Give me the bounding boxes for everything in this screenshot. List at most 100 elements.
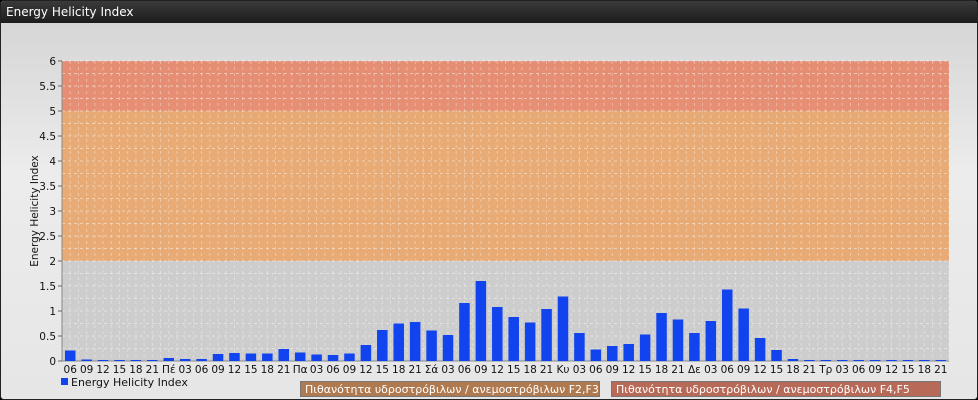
x-tick-label: 18 (918, 364, 931, 376)
y-tick-label: 5 (49, 106, 56, 118)
x-tick-label: 06 (458, 364, 472, 376)
x-tick-label: 06 (64, 364, 78, 376)
bar (327, 355, 339, 361)
bar (163, 358, 175, 361)
bar (262, 353, 273, 361)
x-tick-label: 06 (326, 364, 340, 376)
x-tick-label: 09 (343, 364, 356, 376)
x-tick-label: 12 (96, 364, 109, 376)
bar (393, 323, 404, 361)
bar (672, 319, 684, 361)
y-tick-label: 0 (49, 356, 56, 368)
x-tick-label: 18 (261, 364, 274, 376)
bar (902, 360, 914, 361)
y-tick-label: 6 (49, 56, 56, 68)
bar (196, 359, 207, 361)
bar (81, 359, 92, 361)
x-tick-label: 21 (803, 364, 816, 376)
x-tick-label: 09 (868, 364, 881, 376)
bar (705, 321, 717, 361)
bar (130, 360, 142, 361)
bar (804, 360, 815, 361)
bar (426, 330, 437, 361)
bar (738, 308, 749, 361)
x-tick-label: 09 (211, 364, 224, 376)
y-tick-label: 1.5 (39, 281, 56, 293)
x-tick-label: 06 (195, 364, 209, 376)
x-tick-label: 15 (638, 364, 651, 376)
x-tick-label: 21 (277, 364, 290, 376)
x-tick-label: 15 (244, 364, 257, 376)
x-tick-label: 18 (786, 364, 799, 376)
bar (245, 353, 257, 361)
bar (377, 330, 388, 361)
x-tick-label: 12 (359, 364, 372, 376)
bar (179, 359, 191, 361)
x-tick-label: 21 (408, 364, 421, 376)
x-tick-label: Πα (293, 364, 308, 376)
bar (229, 353, 240, 361)
chart-svg: 0 0.5 1 1.5 2 2.5 3 3.5 4 4.5 5 5.5 6 Energy Helicity… (29, 56, 950, 389)
x-tick-label: 15 (113, 364, 126, 376)
x-tick-label: 03 (704, 364, 717, 376)
bar (442, 335, 454, 361)
bar (590, 349, 602, 361)
x-tick-label: 21 (934, 364, 947, 376)
bar (360, 345, 372, 361)
bar (97, 360, 109, 361)
x-tick-label: 15 (507, 364, 520, 376)
x-tick-label: 12 (622, 364, 635, 376)
x-tick-label: 21 (146, 364, 159, 376)
x-tick-label: 18 (129, 364, 142, 376)
y-tick-label: 5.5 (39, 81, 56, 93)
bar (492, 307, 503, 361)
bar (278, 349, 290, 361)
y-tick-label: 3 (49, 206, 56, 218)
bar (721, 289, 733, 361)
x-tick-label: 09 (474, 364, 487, 376)
legend-marker (61, 378, 68, 385)
x-tick-label: 18 (392, 364, 405, 376)
bar (475, 281, 487, 361)
bar (541, 309, 552, 361)
bar (836, 360, 848, 361)
x-tick-label: 06 (589, 364, 603, 376)
bar (754, 338, 766, 361)
x-tick-label: 03 (836, 364, 849, 376)
bar (344, 353, 355, 361)
x-tick-label: 18 (523, 364, 536, 376)
zone-label-f2-f3[interactable]: Πιθανότητα υδροστρόβιλων / ανεμοστρόβιλω… (300, 381, 600, 397)
x-tick-label: 03 (310, 364, 323, 376)
bar (114, 360, 125, 361)
bar (212, 354, 224, 361)
bar (639, 334, 651, 361)
bar (853, 360, 864, 361)
x-tick-label: 15 (901, 364, 914, 376)
x-tick-label: Τρ (818, 364, 832, 376)
bar (623, 344, 634, 361)
zone-label-f4-f5[interactable]: Πιθανότητα υδροστρόβιλων / ανεμοστρόβιλω… (611, 381, 941, 397)
x-tick-label: Πέ (162, 364, 176, 376)
x-tick-label: 15 (376, 364, 389, 376)
y-tick-label: 2.5 (39, 231, 56, 243)
x-tick-label: 09 (737, 364, 750, 376)
chart-window: Energy Helicity Index 0 0.5 1 1.5 2 2.5 3 3.5 4 4… (0, 0, 978, 400)
x-tick-label: 12 (228, 364, 241, 376)
x-tick-label: 18 (655, 364, 668, 376)
bar (574, 333, 585, 361)
bar (919, 360, 930, 361)
bar (886, 360, 897, 361)
x-tick-label: 03 (179, 364, 192, 376)
x-tick-label: 06 (852, 364, 866, 376)
x-tick-label: 15 (770, 364, 783, 376)
y-axis-title: Energy Helicity Index (29, 155, 41, 267)
bar (459, 303, 470, 361)
bar (656, 313, 667, 361)
bar (869, 360, 881, 361)
x-tick-label: 12 (753, 364, 766, 376)
x-tick-label: 12 (885, 364, 898, 376)
y-tick-label: 4.5 (39, 131, 56, 143)
bar (689, 333, 700, 361)
x-tick-label: 12 (491, 364, 504, 376)
x-tick-label: 21 (540, 364, 553, 376)
